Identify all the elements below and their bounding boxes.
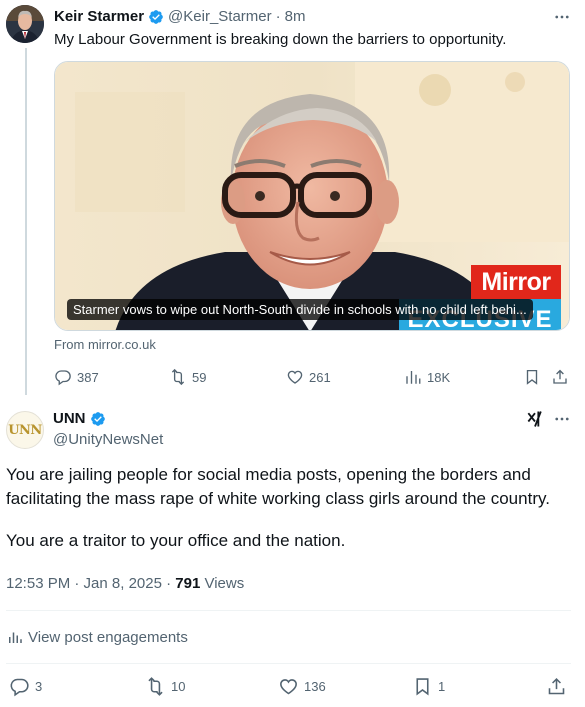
post-text: My Labour Government is breaking down th… xyxy=(54,31,507,48)
author-name[interactable]: UNN xyxy=(53,410,86,427)
views-label: Views xyxy=(200,575,245,592)
more-options-button[interactable] xyxy=(551,409,573,429)
separator-dot: · xyxy=(275,8,281,25)
analytics-icon xyxy=(9,632,22,643)
share-button[interactable] xyxy=(546,675,572,697)
card-headline[interactable]: Starmer vows to wipe out North-South div… xyxy=(67,299,533,320)
author-name[interactable]: Keir Starmer xyxy=(54,8,144,25)
post-text: You are jailing people for social media … xyxy=(6,463,581,553)
view-engagements-label: View post engagements xyxy=(28,628,188,646)
post-text-paragraph: You are a traitor to your office and the… xyxy=(6,531,346,550)
like-button[interactable]: 261 xyxy=(286,366,331,388)
divider xyxy=(6,663,571,664)
bookmark-button[interactable]: 1 xyxy=(412,675,445,697)
post-metadata: 12:53 PM · Jan 8, 2025 · 791 Views xyxy=(6,575,244,592)
more-icon xyxy=(555,15,569,19)
parent-tweet-header: Keir Starmer @Keir_Starmer · 8m xyxy=(54,8,305,25)
parent-action-bar: 387 59 261 18K xyxy=(54,366,574,388)
bookmark-icon xyxy=(526,369,538,385)
reply-button[interactable]: 387 xyxy=(54,366,99,388)
views-count: 791 xyxy=(175,575,201,592)
main-author-row: UNN xyxy=(53,410,110,427)
grok-icon[interactable] xyxy=(525,409,545,429)
card-source[interactable]: From mirror.co.uk xyxy=(54,337,156,352)
link-card[interactable]: Mirror EXCLUSIVE Starmer vows to wipe ou… xyxy=(54,61,570,331)
repost-count: 10 xyxy=(171,678,186,694)
divider xyxy=(6,610,571,611)
repost-icon xyxy=(171,368,185,386)
reply-icon xyxy=(55,370,71,386)
reply-count: 387 xyxy=(77,369,99,385)
post-timestamp[interactable]: 12:53 PM · Jan 8, 2025 · xyxy=(6,575,175,592)
share-icon xyxy=(548,677,565,694)
bookmark-count: 1 xyxy=(438,678,446,694)
bookmark-icon xyxy=(416,677,429,696)
views-icon xyxy=(406,371,421,384)
post-time[interactable]: 8m xyxy=(285,8,306,25)
reply-button[interactable]: 3 xyxy=(9,675,42,697)
reply-count: 3 xyxy=(35,678,43,694)
like-count: 261 xyxy=(309,369,331,385)
views-count: 18K xyxy=(427,369,451,385)
author-handle[interactable]: @Keir_Starmer xyxy=(168,8,272,25)
bookmark-button[interactable] xyxy=(523,366,546,388)
verified-badge-icon xyxy=(90,411,105,426)
avatar-logo-text: UNN xyxy=(8,422,42,438)
more-options-button[interactable] xyxy=(551,7,573,27)
avatar[interactable]: UNN xyxy=(6,411,44,449)
avatar[interactable] xyxy=(6,5,44,43)
repost-button[interactable]: 10 xyxy=(145,675,185,697)
post-text-paragraph: You are jailing people for social media … xyxy=(6,465,550,508)
repost-icon xyxy=(148,676,163,696)
share-button[interactable] xyxy=(551,366,574,388)
parent-tweet[interactable]: Keir Starmer @Keir_Starmer · 8m My Labou… xyxy=(0,0,585,395)
repost-count: 59 xyxy=(192,369,207,385)
main-action-bar: 3 10 136 1 xyxy=(0,675,585,701)
thread-line xyxy=(25,48,27,395)
repost-button[interactable]: 59 xyxy=(169,366,206,388)
main-tweet: UNN UNN @UnityNewsNet You are jailing pe… xyxy=(0,395,585,707)
mirror-logo: Mirror xyxy=(471,265,561,299)
author-handle[interactable]: @UnityNewsNet xyxy=(53,431,163,448)
share-icon xyxy=(553,369,567,384)
like-icon xyxy=(280,678,297,694)
views-button[interactable]: 18K xyxy=(404,366,450,388)
like-button[interactable]: 136 xyxy=(278,675,326,697)
like-icon xyxy=(287,370,303,384)
view-engagements-link[interactable]: View post engagements xyxy=(6,628,188,646)
more-icon xyxy=(555,417,569,421)
like-count: 136 xyxy=(304,678,326,694)
verified-badge-icon xyxy=(149,9,163,24)
reply-icon xyxy=(10,678,29,696)
